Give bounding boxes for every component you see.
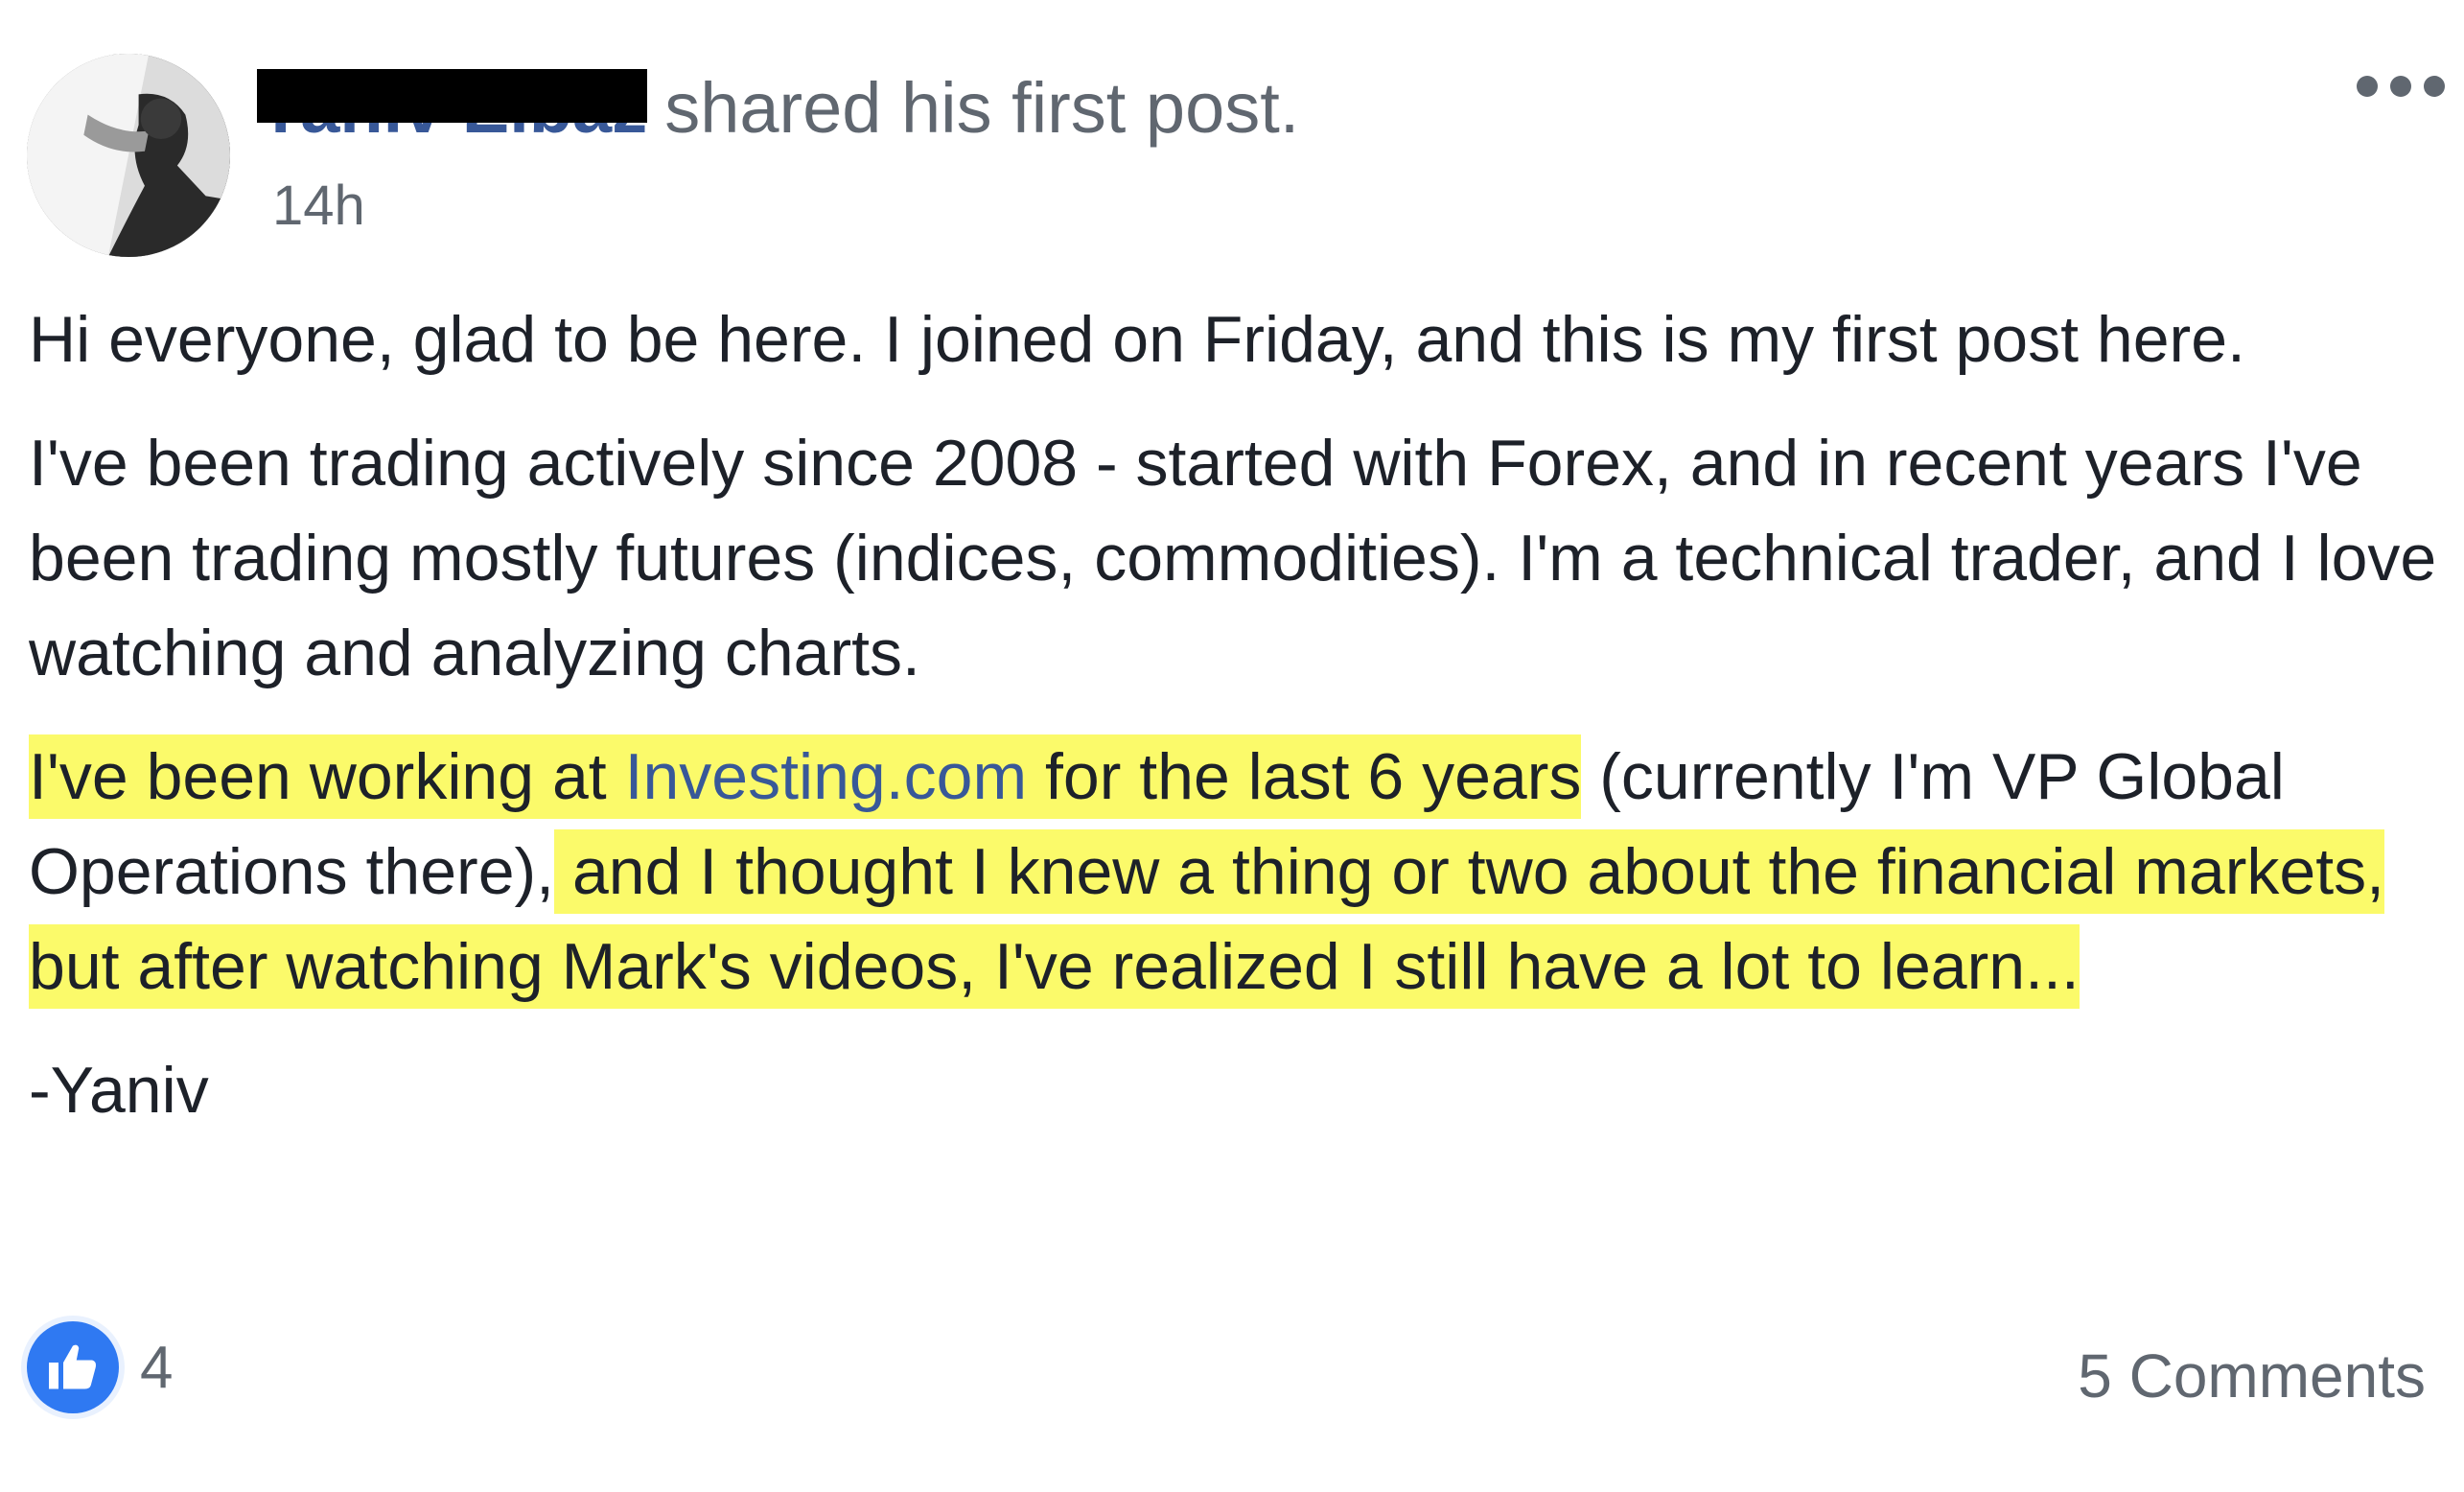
post-card: Yaniv Elbaz shared his first post. 14h H… xyxy=(0,0,2464,1492)
investing-com-link[interactable]: Investing.com xyxy=(625,740,1028,813)
post-paragraph-3: I've been working at Investing.com for t… xyxy=(29,730,2454,1014)
more-options-icon xyxy=(2357,76,2378,97)
post-timestamp[interactable]: 14h xyxy=(272,173,365,240)
post-body: Hi everyone, glad to be here. I joined o… xyxy=(29,292,2454,1167)
thumbs-up-glyph xyxy=(49,1344,96,1389)
highlight-text-2: for the last 6 years xyxy=(1027,740,1582,813)
author-name-link[interactable]: Yaniv Elbaz xyxy=(257,65,648,152)
post-action-text: shared his first post. xyxy=(664,68,1300,148)
post-signature: -Yaniv xyxy=(29,1054,209,1127)
thumbs-up-icon xyxy=(27,1321,119,1413)
post-paragraph-2: I've been trading actively since 2008 - … xyxy=(29,427,2437,689)
reactions-summary[interactable]: 4 xyxy=(27,1321,173,1413)
author-avatar[interactable] xyxy=(27,54,230,257)
avatar-photo xyxy=(27,54,230,257)
post-paragraph-1: Hi everyone, glad to be here. I joined o… xyxy=(29,303,2245,376)
redaction-bar xyxy=(257,69,648,123)
more-options-dot xyxy=(2424,76,2445,97)
more-options-dot xyxy=(2390,76,2411,97)
highlight-text-1: I've been working at xyxy=(29,740,625,813)
comments-count-link[interactable]: 5 Comments xyxy=(2078,1340,2426,1411)
more-options-button[interactable] xyxy=(2357,63,2445,109)
post-header: Yaniv Elbaz shared his first post. xyxy=(257,65,1299,152)
likes-count: 4 xyxy=(140,1334,174,1401)
highlighted-text: I've been working at Investing.com for t… xyxy=(29,734,1582,819)
